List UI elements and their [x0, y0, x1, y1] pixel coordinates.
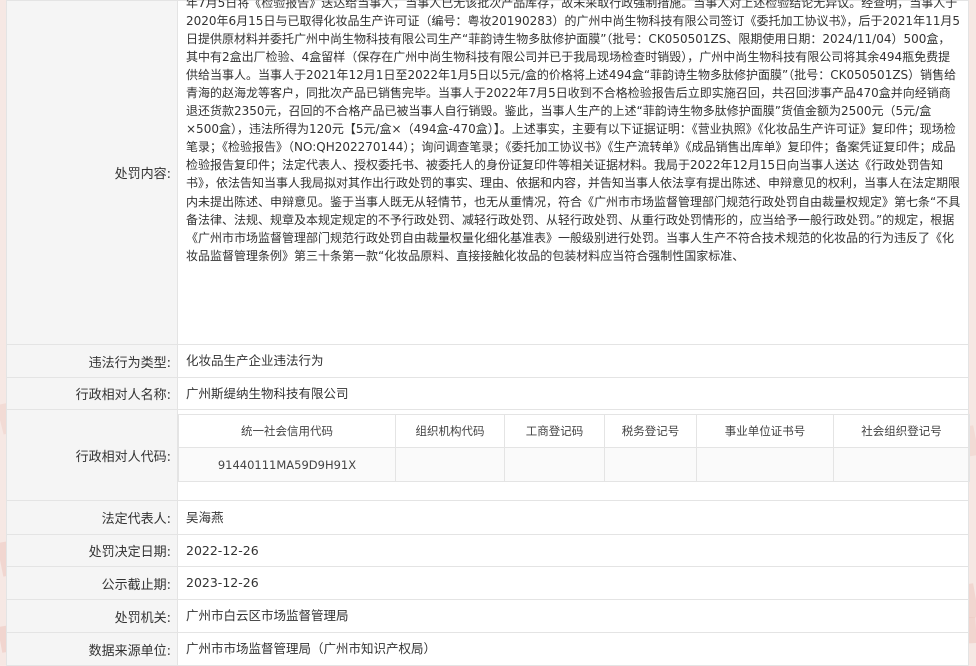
data-source-value: 广州市市场监督管理局（广州市知识产权局） — [177, 632, 969, 666]
row-penalty-content: 处罚内容: 年7月5日将《检验报告》送达给当事人，当事人已无该批次产品库存，故未… — [6, 0, 969, 345]
code-header-row: 统一社会信用代码 组织机构代码 工商登记码 税务登记号 事业单位证书号 社会组织… — [178, 414, 970, 448]
code-value-institution — [696, 447, 834, 482]
row-authority: 处罚机关: 广州市白云区市场监督管理局 — [6, 599, 969, 633]
code-header-social-org: 社会组织登记号 — [833, 414, 970, 448]
code-header-org: 组织机构代码 — [395, 414, 505, 448]
party-name-label: 行政相对人名称: — [6, 377, 178, 410]
row-party-name: 行政相对人名称: 广州斯缇纳生物科技有限公司 — [6, 377, 969, 410]
code-header-business: 工商登记码 — [504, 414, 605, 448]
party-code-label: 行政相对人代码: — [6, 409, 178, 501]
row-decision-date: 处罚决定日期: 2022-12-26 — [6, 534, 969, 567]
violation-type-label: 违法行为类型: — [6, 344, 178, 378]
row-publish-deadline: 公示截止期: 2023-12-26 — [6, 566, 969, 600]
code-value-row: 91440111MA59D9H91X — [178, 447, 970, 482]
legal-rep-label: 法定代表人: — [6, 500, 178, 535]
decision-date-label: 处罚决定日期: — [6, 534, 178, 567]
authority-value: 广州市白云区市场监督管理局 — [177, 599, 969, 633]
row-party-code: 行政相对人代码: 统一社会信用代码 组织机构代码 工商登记码 税务登记号 事业单… — [6, 409, 970, 501]
party-code-table: 统一社会信用代码 组织机构代码 工商登记码 税务登记号 事业单位证书号 社会组织… — [178, 414, 970, 482]
row-violation-type: 违法行为类型: 化妆品生产企业违法行为 — [6, 344, 969, 378]
violation-type-value: 化妆品生产企业违法行为 — [177, 344, 969, 378]
publish-deadline-value: 2023-12-26 — [177, 566, 969, 600]
publish-deadline-label: 公示截止期: — [6, 566, 178, 600]
penalty-detail-table: 处罚内容: 年7月5日将《检验报告》送达给当事人，当事人已无该批次产品库存，故未… — [6, 0, 970, 666]
code-header-uscc: 统一社会信用代码 — [178, 414, 396, 448]
authority-label: 处罚机关: — [6, 599, 178, 633]
code-header-institution: 事业单位证书号 — [696, 414, 834, 448]
decision-date-value: 2022-12-26 — [177, 534, 969, 567]
code-header-tax: 税务登记号 — [604, 414, 697, 448]
code-value-social-org — [833, 447, 970, 482]
code-value-business — [504, 447, 605, 482]
code-value-org — [395, 447, 505, 482]
row-legal-rep: 法定代表人: 吴海燕 — [6, 500, 969, 535]
row-data-source: 数据来源单位: 广州市市场监督管理局（广州市知识产权局） — [6, 632, 969, 666]
party-name-value: 广州斯缇纳生物科技有限公司 — [177, 377, 969, 410]
legal-rep-value: 吴海燕 — [177, 500, 969, 535]
penalty-content-label: 处罚内容: — [6, 0, 178, 345]
code-value-uscc: 91440111MA59D9H91X — [178, 447, 396, 482]
code-value-tax — [604, 447, 697, 482]
data-source-label: 数据来源单位: — [6, 632, 178, 666]
penalty-content-text: 年7月5日将《检验报告》送达给当事人，当事人已无该批次产品库存，故未采取行政强制… — [186, 0, 961, 263]
